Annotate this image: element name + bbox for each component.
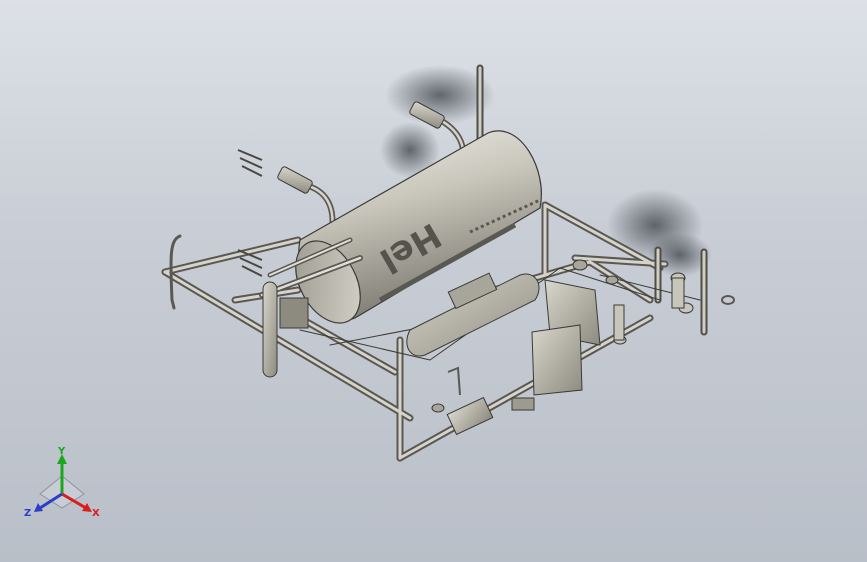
3d-viewport[interactable]: Hel Y X Z (0, 0, 867, 562)
frame-assembly-model[interactable]: Hel (0, 0, 867, 562)
y-axis-label: Y (57, 446, 66, 457)
side-bracket[interactable] (262, 281, 309, 378)
foot-blocks[interactable] (446, 366, 535, 436)
seat-pads[interactable] (406, 272, 601, 396)
x-axis-label: X (92, 508, 100, 519)
z-axis-label: Z (24, 508, 31, 519)
coordinate-triad: Y X Z (24, 446, 100, 519)
